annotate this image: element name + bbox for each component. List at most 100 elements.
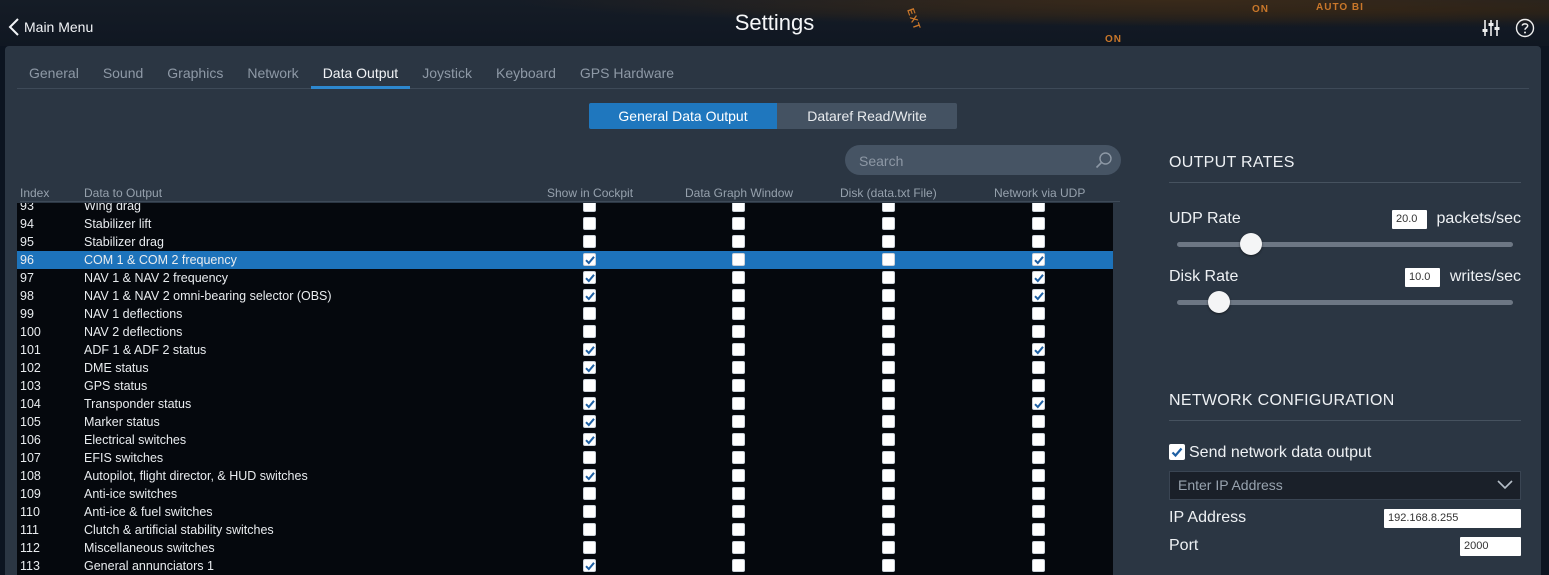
cockpit-checkbox[interactable] bbox=[583, 469, 596, 482]
table-row[interactable]: 111 Clutch & artificial stability switche… bbox=[17, 521, 1113, 539]
disk-checkbox[interactable] bbox=[882, 415, 895, 428]
graph-checkbox[interactable] bbox=[732, 505, 745, 518]
disk-checkbox[interactable] bbox=[882, 325, 895, 338]
table-row[interactable]: 102 DME status bbox=[17, 359, 1113, 377]
tab-sound[interactable]: Sound bbox=[91, 46, 155, 88]
table-row[interactable]: 101 ADF 1 & ADF 2 status bbox=[17, 341, 1113, 359]
table-row[interactable]: 93 Wing drag bbox=[17, 203, 1113, 215]
disk-checkbox[interactable] bbox=[882, 289, 895, 302]
cockpit-checkbox[interactable] bbox=[583, 289, 596, 302]
cockpit-checkbox[interactable] bbox=[583, 451, 596, 464]
graph-checkbox[interactable] bbox=[732, 217, 745, 230]
udp-checkbox[interactable] bbox=[1032, 541, 1045, 554]
cockpit-checkbox[interactable] bbox=[583, 559, 596, 572]
search-icon[interactable] bbox=[1095, 151, 1113, 169]
table-row[interactable]: 97 NAV 1 & NAV 2 frequency bbox=[17, 269, 1113, 287]
table-row[interactable]: 100 NAV 2 deflections bbox=[17, 323, 1113, 341]
ip-address-input[interactable]: 192.168.8.255 bbox=[1384, 509, 1521, 528]
graph-checkbox[interactable] bbox=[732, 523, 745, 536]
table-row[interactable]: 105 Marker status bbox=[17, 413, 1113, 431]
tab-network[interactable]: Network bbox=[235, 46, 310, 88]
udp-checkbox[interactable] bbox=[1032, 253, 1045, 266]
general-data-output-button[interactable]: General Data Output bbox=[589, 103, 777, 129]
udp-checkbox[interactable] bbox=[1032, 487, 1045, 500]
graph-checkbox[interactable] bbox=[732, 343, 745, 356]
cockpit-checkbox[interactable] bbox=[583, 433, 596, 446]
graph-checkbox[interactable] bbox=[732, 487, 745, 500]
send-network-checkbox[interactable] bbox=[1169, 444, 1185, 460]
graph-checkbox[interactable] bbox=[732, 253, 745, 266]
cockpit-checkbox[interactable] bbox=[583, 397, 596, 410]
udp-checkbox[interactable] bbox=[1032, 203, 1045, 212]
udp-checkbox[interactable] bbox=[1032, 325, 1045, 338]
table-row[interactable]: 109 Anti-ice switches bbox=[17, 485, 1113, 503]
disk-rate-input[interactable]: 10.0 bbox=[1405, 268, 1440, 287]
udp-rate-slider[interactable] bbox=[1177, 233, 1513, 255]
cockpit-checkbox[interactable] bbox=[583, 307, 596, 320]
graph-checkbox[interactable] bbox=[732, 433, 745, 446]
disk-checkbox[interactable] bbox=[882, 541, 895, 554]
table-row[interactable]: 98 NAV 1 & NAV 2 omni-bearing selector (O… bbox=[17, 287, 1113, 305]
graph-checkbox[interactable] bbox=[732, 559, 745, 572]
udp-checkbox[interactable] bbox=[1032, 397, 1045, 410]
disk-checkbox[interactable] bbox=[882, 487, 895, 500]
tab-gps-hardware[interactable]: GPS Hardware bbox=[568, 46, 686, 88]
graph-checkbox[interactable] bbox=[732, 379, 745, 392]
port-input[interactable]: 2000 bbox=[1460, 537, 1521, 556]
tab-joystick[interactable]: Joystick bbox=[410, 46, 484, 88]
udp-checkbox[interactable] bbox=[1032, 469, 1045, 482]
udp-checkbox[interactable] bbox=[1032, 235, 1045, 248]
cockpit-checkbox[interactable] bbox=[583, 379, 596, 392]
graph-checkbox[interactable] bbox=[732, 415, 745, 428]
table-row[interactable]: 94 Stabilizer lift bbox=[17, 215, 1113, 233]
disk-checkbox[interactable] bbox=[882, 433, 895, 446]
table-row[interactable]: 108 Autopilot, flight director, & HUD swi… bbox=[17, 467, 1113, 485]
graph-checkbox[interactable] bbox=[732, 235, 745, 248]
disk-checkbox[interactable] bbox=[882, 559, 895, 572]
graph-checkbox[interactable] bbox=[732, 541, 745, 554]
disk-checkbox[interactable] bbox=[882, 343, 895, 356]
disk-checkbox[interactable] bbox=[882, 523, 895, 536]
help-icon[interactable] bbox=[1515, 18, 1535, 38]
disk-checkbox[interactable] bbox=[882, 217, 895, 230]
cockpit-checkbox[interactable] bbox=[583, 235, 596, 248]
table-row[interactable]: 106 Electrical switches bbox=[17, 431, 1113, 449]
cockpit-checkbox[interactable] bbox=[583, 505, 596, 518]
disk-checkbox[interactable] bbox=[882, 379, 895, 392]
graph-checkbox[interactable] bbox=[732, 307, 745, 320]
udp-checkbox[interactable] bbox=[1032, 361, 1045, 374]
table-row[interactable]: 110 Anti-ice & fuel switches bbox=[17, 503, 1113, 521]
udp-checkbox[interactable] bbox=[1032, 289, 1045, 302]
udp-checkbox[interactable] bbox=[1032, 559, 1045, 572]
table-row[interactable]: 96 COM 1 & COM 2 frequency bbox=[17, 251, 1113, 269]
udp-checkbox[interactable] bbox=[1032, 217, 1045, 230]
table-row[interactable]: 99 NAV 1 deflections bbox=[17, 305, 1113, 323]
udp-rate-slider-handle[interactable] bbox=[1239, 233, 1262, 255]
graph-checkbox[interactable] bbox=[732, 361, 745, 374]
table-row[interactable]: 107 EFIS switches bbox=[17, 449, 1113, 467]
cockpit-checkbox[interactable] bbox=[583, 271, 596, 284]
tab-keyboard[interactable]: Keyboard bbox=[484, 46, 568, 88]
cockpit-checkbox[interactable] bbox=[583, 541, 596, 554]
disk-checkbox[interactable] bbox=[882, 203, 895, 212]
cockpit-checkbox[interactable] bbox=[583, 487, 596, 500]
ip-address-dropdown[interactable]: Enter IP Address bbox=[1169, 471, 1521, 500]
table-row[interactable]: 95 Stabilizer drag bbox=[17, 233, 1113, 251]
table-row[interactable]: 104 Transponder status bbox=[17, 395, 1113, 413]
udp-checkbox[interactable] bbox=[1032, 523, 1045, 536]
graph-checkbox[interactable] bbox=[732, 451, 745, 464]
search-input[interactable] bbox=[857, 145, 1081, 177]
cockpit-checkbox[interactable] bbox=[583, 361, 596, 374]
udp-checkbox[interactable] bbox=[1032, 505, 1045, 518]
dataref-read-write-button[interactable]: Dataref Read/Write bbox=[777, 103, 957, 129]
disk-rate-slider[interactable] bbox=[1177, 291, 1513, 313]
table-row[interactable]: 103 GPS status bbox=[17, 377, 1113, 395]
disk-checkbox[interactable] bbox=[882, 397, 895, 410]
cockpit-checkbox[interactable] bbox=[583, 217, 596, 230]
disk-checkbox[interactable] bbox=[882, 361, 895, 374]
graph-checkbox[interactable] bbox=[732, 469, 745, 482]
disk-checkbox[interactable] bbox=[882, 469, 895, 482]
graph-checkbox[interactable] bbox=[732, 289, 745, 302]
udp-checkbox[interactable] bbox=[1032, 451, 1045, 464]
tab-data-output[interactable]: Data Output bbox=[310, 46, 411, 89]
